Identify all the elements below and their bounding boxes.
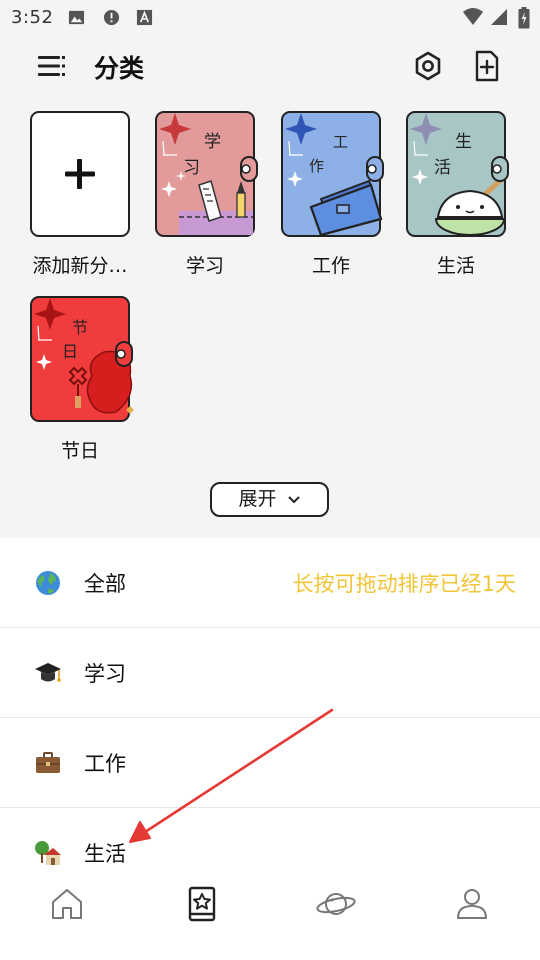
briefcase-icon — [36, 752, 60, 773]
app-bar: 分类 — [0, 36, 540, 96]
battery-icon — [518, 7, 530, 29]
expand-label: 展开 — [238, 488, 277, 510]
list-item-label: 学习 — [84, 662, 126, 686]
alert-icon — [103, 9, 120, 26]
notebook-star-icon[interactable] — [182, 884, 222, 924]
add-category-cover — [30, 111, 130, 237]
category-study[interactable]: 学 习 学习 — [155, 111, 265, 281]
holiday-cover: 节 日 — [30, 296, 134, 422]
cover-char: 生 — [455, 132, 472, 152]
category-label: 工作 — [311, 255, 350, 277]
category-add-new[interactable]: 添加新分… — [30, 111, 140, 281]
home-icon[interactable] — [47, 884, 87, 924]
category-work[interactable]: 工 作 工作 — [281, 111, 391, 281]
cover-char: 活 — [434, 158, 451, 178]
cover-char: 工 — [333, 133, 349, 151]
category-label: 生活 — [436, 255, 475, 277]
signal-icon — [491, 9, 507, 25]
settings-icon[interactable] — [412, 50, 444, 82]
list-item-all[interactable]: 全部 长按可拖动排序已经1天 — [0, 538, 540, 628]
chinese-knot-icon — [34, 298, 134, 414]
category-label: 添加新分… — [32, 255, 128, 277]
cover-char: 节 — [72, 318, 89, 337]
list-item-label: 工作 — [84, 752, 126, 776]
menu-icon[interactable] — [38, 54, 66, 78]
list-item-work[interactable]: 工作 — [0, 718, 540, 808]
status-bar: 3:52 — [0, 0, 540, 36]
font-icon — [136, 9, 153, 26]
planet-icon[interactable] — [316, 884, 356, 924]
life-cover: 生 活 — [406, 111, 509, 237]
category-label: 学习 — [185, 255, 224, 277]
work-cover: 工 作 — [281, 111, 384, 237]
category-holiday[interactable]: 节 日 节日 — [30, 296, 140, 466]
globe-icon — [36, 571, 60, 595]
cover-char: 作 — [309, 157, 325, 175]
cover-char: 学 — [204, 132, 221, 152]
drag-sort-hint: 长按可拖动排序已经1天 — [292, 572, 516, 596]
add-document-icon[interactable] — [472, 50, 502, 82]
category-life[interactable]: 生 活 生活 — [406, 111, 516, 281]
wifi-icon — [463, 8, 483, 25]
list-item-study[interactable]: 学习 — [0, 628, 540, 718]
category-panel: 分类 添加新分… 学 习 学习 工 作 工作 生 活 生活 节 日 节日 展开 — [0, 36, 540, 538]
plus-icon — [65, 159, 95, 189]
study-cover: 学 习 — [155, 111, 258, 237]
cover-char: 日 — [62, 342, 79, 361]
image-icon — [68, 10, 85, 25]
page-title: 分类 — [94, 54, 145, 83]
list-item-label: 生活 — [84, 842, 126, 866]
cover-char: 习 — [183, 158, 200, 178]
profile-icon[interactable] — [452, 884, 492, 924]
house-icon — [35, 841, 61, 865]
expand-button[interactable]: 展开 — [210, 482, 329, 517]
category-label: 节日 — [60, 440, 99, 462]
list-item-label: 全部 — [84, 572, 126, 596]
status-time: 3:52 — [11, 7, 54, 28]
graduation-cap-icon — [35, 663, 61, 682]
chevron-down-icon — [287, 495, 300, 503]
bottom-nav — [0, 876, 540, 960]
